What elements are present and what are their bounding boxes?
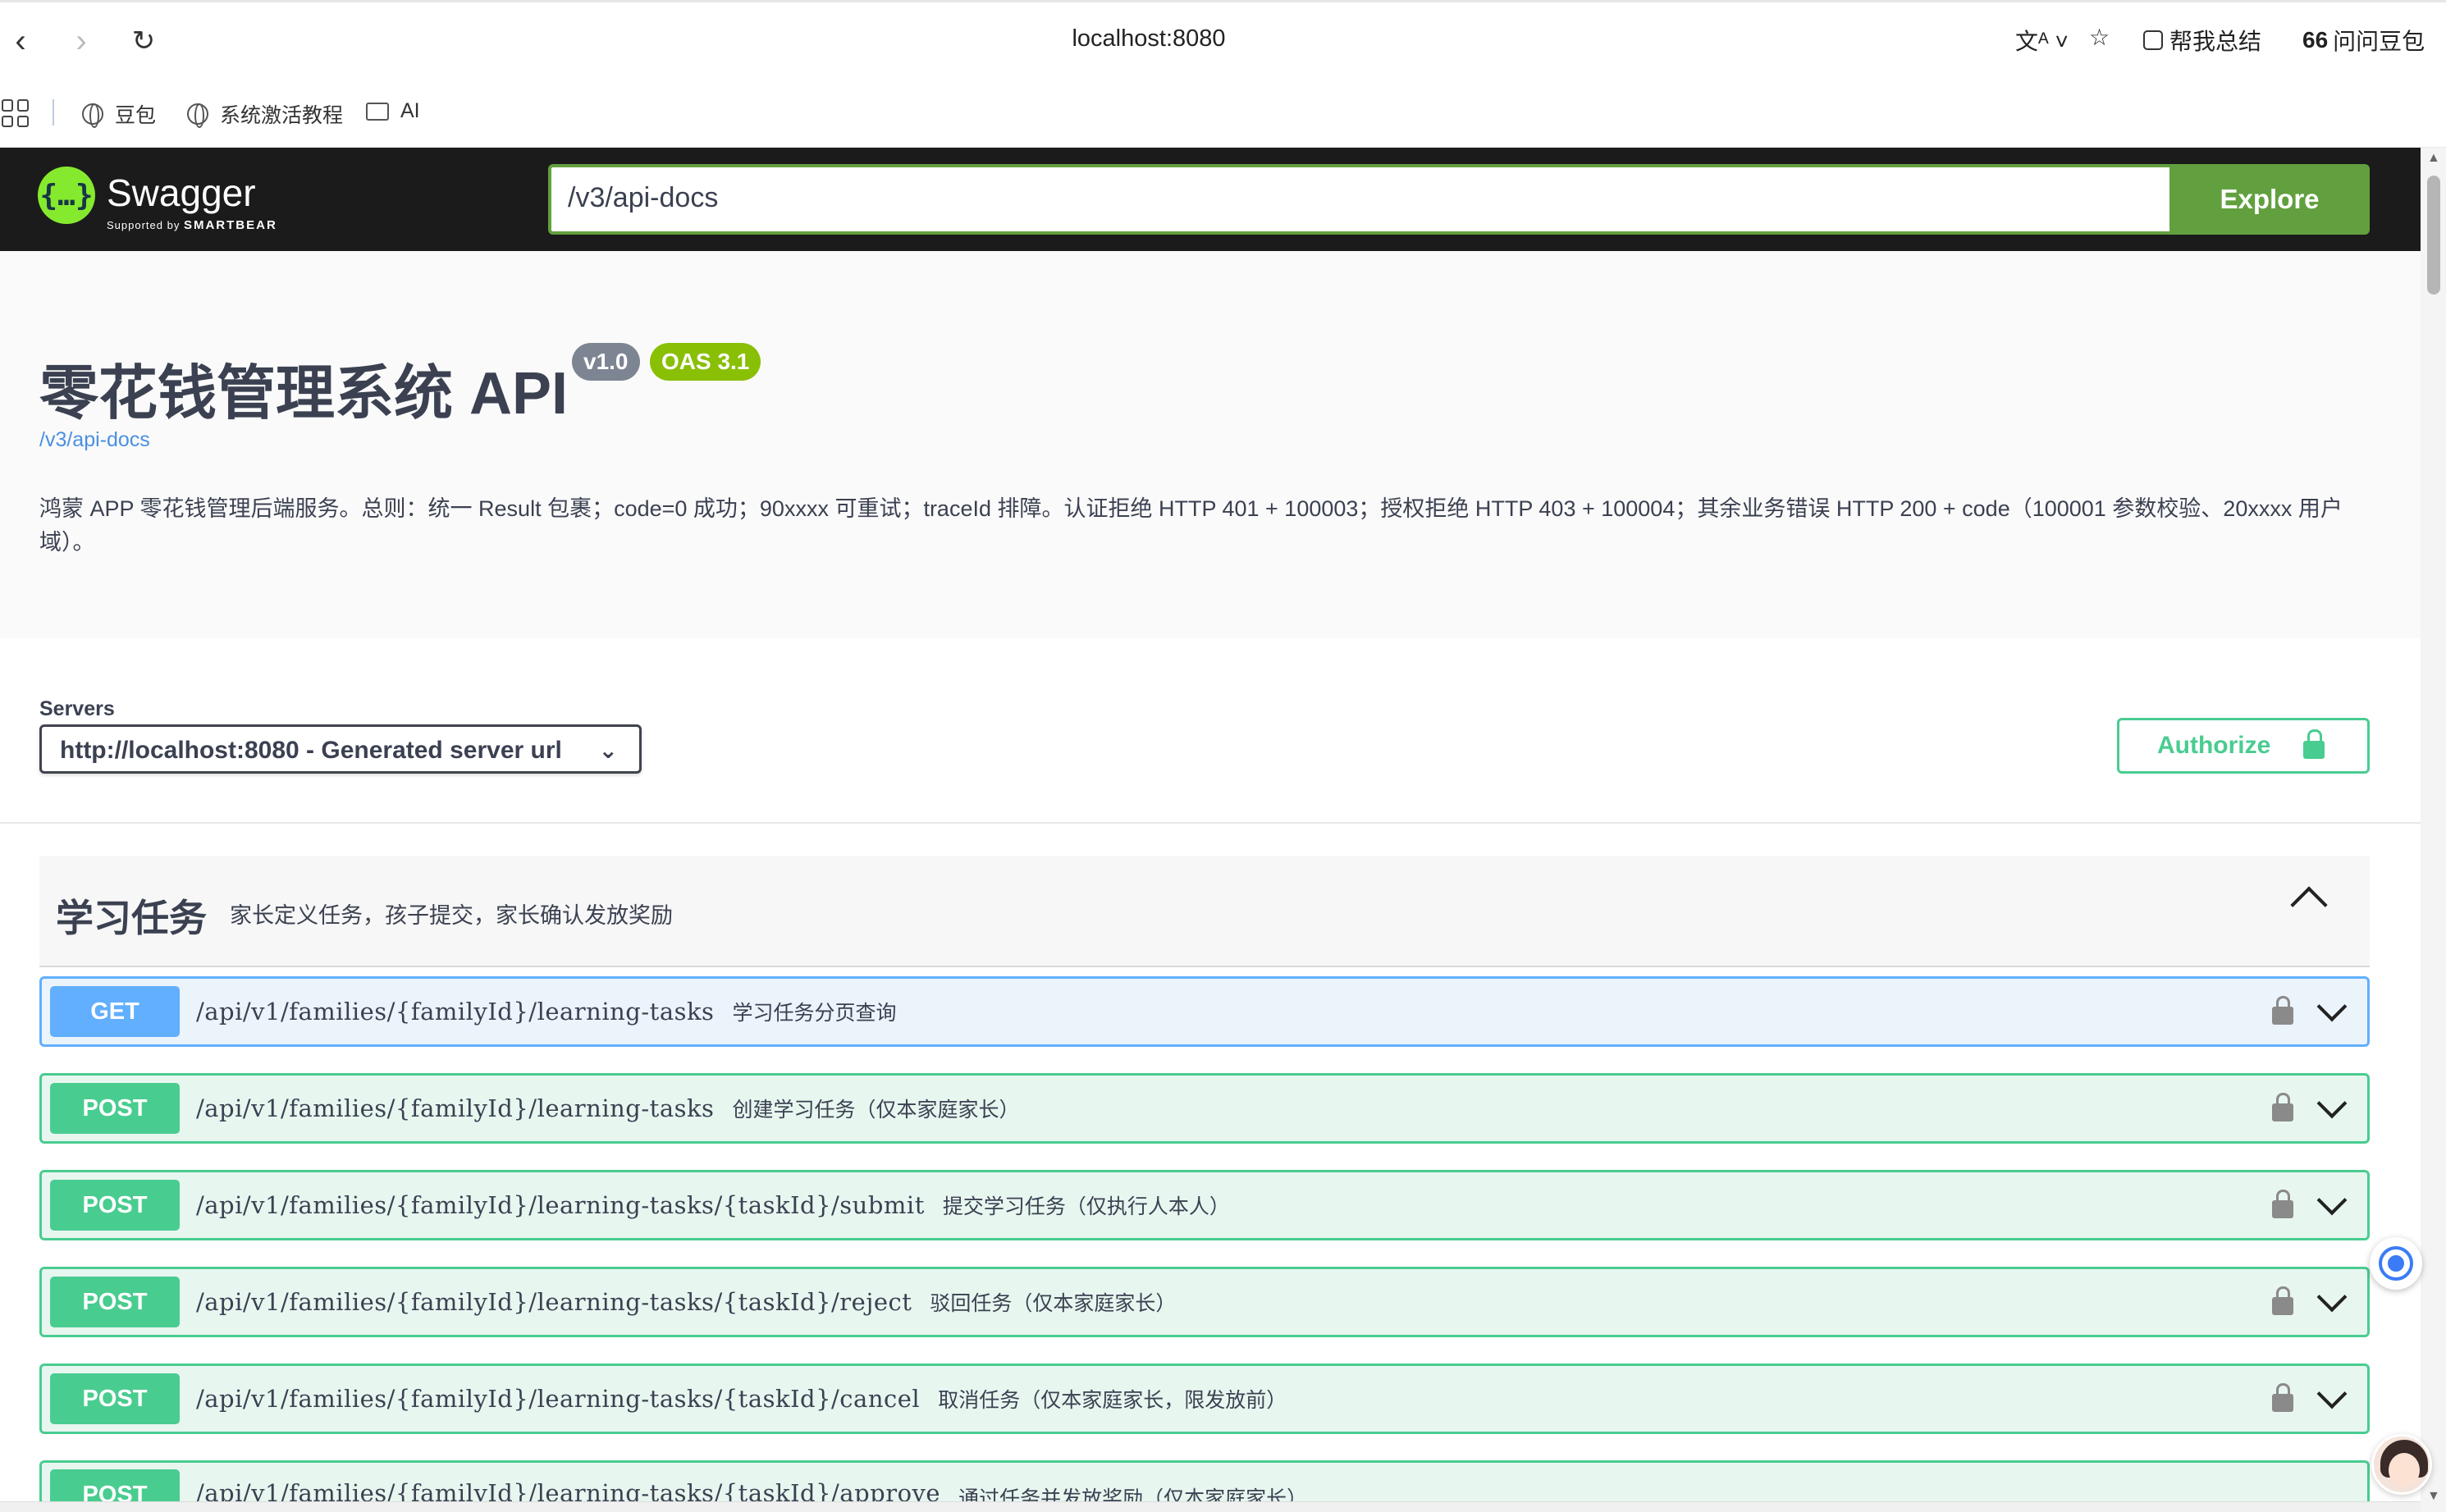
api-docs-url-input[interactable]: /v3/api-docs	[548, 164, 2189, 235]
operation-row[interactable]: POST /api/v1/families/{familyId}/learnin…	[39, 1073, 2370, 1144]
operation-path: /api/v1/families/{familyId}/learning-tas…	[196, 1385, 921, 1413]
floating-assistant-button[interactable]	[2370, 1237, 2422, 1290]
servers-label: Servers	[39, 697, 115, 720]
page-scrollbar[interactable]	[2421, 148, 2446, 1512]
avatar[interactable]	[2371, 1434, 2432, 1495]
summarize-button[interactable]: 帮我总结	[2143, 24, 2261, 57]
chevron-down-icon[interactable]	[2316, 1088, 2348, 1119]
operation-summary: 创建学习任务（仅本家庭家长）	[732, 1099, 1020, 1121]
method-badge: POST	[50, 1277, 180, 1327]
operation-path: /api/v1/families/{familyId}/learning-tas…	[196, 1094, 715, 1122]
horizontal-scrollbar[interactable]	[0, 1501, 2421, 1512]
tag-description: 家长定义任务，孩子提交，家长确认发放奖励	[230, 903, 673, 928]
bookmark-star-icon[interactable]: ☆	[2089, 24, 2110, 51]
swagger-logo-sub: Supported by SMARTBEAR	[107, 218, 277, 232]
authorize-button[interactable]: Authorize	[2117, 718, 2370, 774]
operation-row[interactable]: POST /api/v1/families/{familyId}/learnin…	[39, 1460, 2370, 1501]
operation-path: /api/v1/families/{familyId}/learning-tas…	[196, 1191, 925, 1219]
operation-summary: 学习任务分页查询	[732, 1002, 897, 1025]
operation-summary: 提交学习任务（仅执行人本人）	[942, 1195, 1230, 1218]
operation-row[interactable]: POST /api/v1/families/{familyId}/learnin…	[39, 1170, 2370, 1240]
servers-selected-value: http://localhost:8080 - Generated server…	[60, 737, 562, 764]
browser-toolbar: ‹ › ↻ localhost:8080 文ᴬ ˅ ☆ 帮我总结 66 问问豆包	[0, 0, 2446, 80]
tag-section-header[interactable]: 学习任务 家长定义任务，孩子提交，家长确认发放奖励	[39, 856, 2370, 967]
summarize-icon	[2143, 30, 2163, 50]
bookmark-label: AI	[400, 99, 420, 122]
divider	[53, 99, 54, 126]
api-description: 鸿蒙 APP 零花钱管理后端服务。总则：统一 Result 包裹；code=0 …	[39, 496, 2343, 555]
api-info: 零花钱管理系统 API v1.0 OAS 3.1 /v3/api-docs 鸿蒙…	[0, 251, 2421, 638]
authorize-label: Authorize	[2157, 732, 2271, 759]
globe-icon	[187, 103, 208, 128]
servers-section: Servers http://localhost:8080 - Generate…	[0, 638, 2421, 824]
lock-icon[interactable]	[2272, 1093, 2293, 1121]
chevron-up-icon[interactable]	[2290, 886, 2328, 924]
bookmark-ai[interactable]: AI	[366, 99, 420, 123]
tag-name: 学习任务	[56, 897, 207, 939]
chevron-down-icon[interactable]	[2316, 991, 2348, 1022]
chat-bubble-icon	[2379, 1246, 2413, 1281]
folder-icon	[366, 102, 389, 121]
method-badge: POST	[50, 1083, 180, 1134]
swagger-topbar: {…} Swagger Supported by SMARTBEAR /v3/a…	[0, 148, 2421, 251]
translate-icon[interactable]: 文ᴬ ˅	[2015, 24, 2069, 57]
bookmarks-bar: 豆包 系统激活教程 AI	[0, 80, 2446, 148]
lock-icon[interactable]	[2272, 1190, 2293, 1218]
bookmark-label: 豆包	[115, 104, 157, 127]
swagger-logo-text: Swagger	[107, 171, 256, 214]
operation-row[interactable]: POST /api/v1/families/{familyId}/learnin…	[39, 1364, 2370, 1434]
lock-icon	[2303, 729, 2325, 759]
summarize-label: 帮我总结	[2169, 29, 2262, 54]
chevron-down-icon[interactable]	[2316, 1378, 2348, 1409]
logo-sub-brand: SMARTBEAR	[183, 218, 277, 232]
oas-badge: OAS 3.1	[650, 343, 761, 381]
operation-row[interactable]: POST /api/v1/families/{familyId}/learnin…	[39, 1267, 2370, 1337]
quote-icon: 66	[2302, 27, 2329, 53]
scroll-up-icon[interactable]: ▲	[2427, 151, 2440, 166]
bookmark-label: 系统激活教程	[220, 104, 344, 127]
operation-path: /api/v1/families/{familyId}/learning-tas…	[196, 1479, 941, 1501]
scrollbar-thumb[interactable]	[2427, 176, 2440, 295]
operation-row[interactable]: GET /api/v1/families/{familyId}/learning…	[39, 976, 2370, 1047]
page-title: 零花钱管理系统 API	[39, 361, 569, 427]
avatar-face	[2389, 1453, 2420, 1487]
bookmark-activation[interactable]: 系统激活教程	[187, 99, 343, 129]
globe-icon	[82, 103, 103, 128]
version-badge: v1.0	[572, 343, 640, 381]
apps-grid-icon[interactable]	[2, 99, 30, 127]
method-badge: GET	[50, 986, 180, 1037]
api-docs-link[interactable]: /v3/api-docs	[39, 428, 150, 452]
logo-sub-prefix: Supported by	[107, 219, 181, 231]
operation-summary: 通过任务并发放奖励（仅本家庭家长）	[958, 1487, 1308, 1501]
method-badge: POST	[50, 1469, 180, 1501]
chevron-down-icon: ⌄	[598, 738, 618, 763]
ask-doubao-button[interactable]: 66 问问豆包	[2302, 24, 2425, 57]
method-badge: POST	[50, 1180, 180, 1231]
lock-icon[interactable]	[2272, 1383, 2293, 1412]
lock-icon[interactable]	[2272, 1286, 2293, 1315]
address-bar[interactable]: localhost:8080	[0, 25, 2297, 53]
lock-icon[interactable]	[2272, 996, 2293, 1025]
scroll-down-icon[interactable]: ▼	[2427, 1489, 2440, 1504]
operation-summary: 驳回任务（仅本家庭家长）	[930, 1292, 1177, 1315]
operation-path: /api/v1/families/{familyId}/learning-tas…	[196, 1288, 912, 1316]
chevron-down-icon[interactable]	[2316, 1185, 2348, 1216]
bookmark-doubao[interactable]: 豆包	[82, 99, 156, 129]
operation-summary: 取消任务（仅本家庭家长，限发放前）	[938, 1389, 1287, 1412]
operation-path: /api/v1/families/{familyId}/learning-tas…	[196, 998, 715, 1026]
explore-button[interactable]: Explore	[2169, 164, 2370, 235]
swagger-logo-icon[interactable]: {…}	[38, 167, 95, 224]
method-badge: POST	[50, 1373, 180, 1424]
servers-select[interactable]: http://localhost:8080 - Generated server…	[39, 724, 642, 774]
chevron-down-icon[interactable]	[2316, 1281, 2348, 1313]
ask-label: 问问豆包	[2333, 29, 2425, 54]
